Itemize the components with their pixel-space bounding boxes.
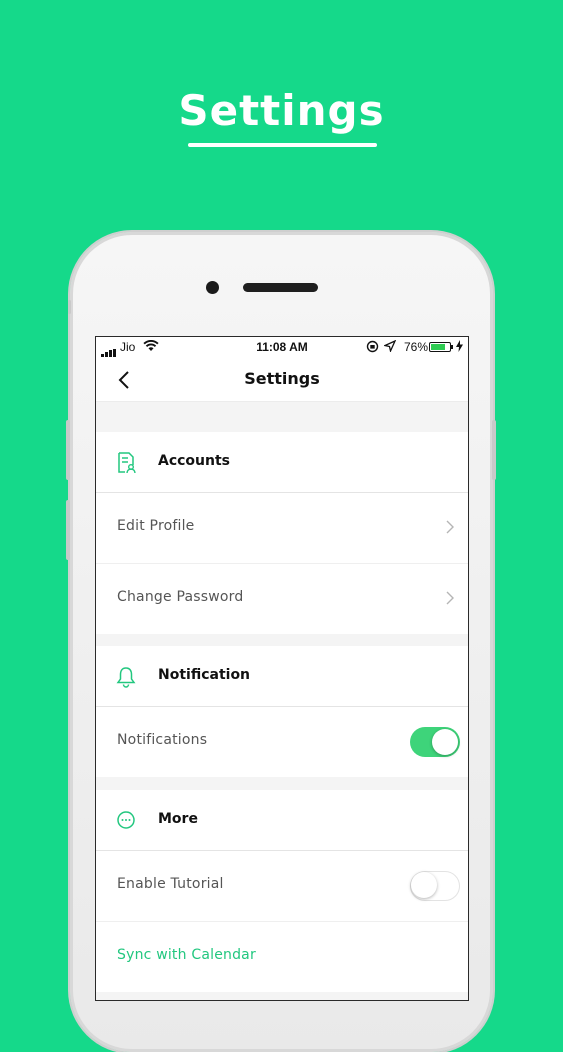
more-header-label: More: [158, 811, 198, 827]
promo-title: Settings: [178, 86, 385, 135]
notifications-toggle[interactable]: [410, 727, 460, 757]
edit-profile-row[interactable]: Edit Profile: [96, 493, 468, 563]
promo-title-underline: [188, 143, 377, 147]
edit-profile-label: Edit Profile: [117, 518, 195, 534]
notification-section: Notification Notifications: [96, 646, 468, 777]
notifications-label: Notifications: [117, 732, 208, 748]
notifications-row: Notifications: [96, 707, 468, 777]
phone-side-button: [68, 300, 71, 314]
navigation-bar: Settings: [96, 357, 468, 402]
accounts-header-label: Accounts: [158, 453, 231, 469]
bell-icon: [116, 666, 136, 688]
phone-power-button: [492, 420, 496, 480]
page-title: Settings: [244, 369, 320, 388]
sync-calendar-row[interactable]: Sync with Calendar: [96, 921, 468, 992]
phone-volume-up-button: [66, 420, 70, 480]
accounts-header: Accounts: [96, 432, 468, 493]
change-password-row[interactable]: Change Password: [96, 563, 468, 634]
orientation-lock-icon: [366, 340, 379, 356]
more-header: More: [96, 790, 468, 851]
phone-volume-down-button: [66, 500, 70, 560]
battery-icon: [429, 342, 453, 352]
location-arrow-icon: [382, 339, 397, 355]
enable-tutorial-row: Enable Tutorial: [96, 851, 468, 921]
toggle-knob: [432, 729, 458, 755]
enable-tutorial-label: Enable Tutorial: [117, 876, 224, 892]
account-document-icon: [116, 452, 136, 474]
phone-speaker: [243, 283, 318, 292]
more-section: More Enable Tutorial Sync with Calendar: [96, 790, 468, 992]
notification-header: Notification: [96, 646, 468, 707]
change-password-label: Change Password: [117, 589, 244, 605]
chevron-right-icon: [446, 520, 454, 539]
enable-tutorial-toggle[interactable]: [410, 871, 460, 901]
more-circle-icon: [116, 810, 136, 830]
chevron-right-icon: [446, 591, 454, 610]
notification-header-label: Notification: [158, 667, 251, 683]
app-screen: Jio 11:08 AM 76% Settings Accounts Edit …: [95, 336, 469, 1001]
battery-percent: 76%: [403, 340, 428, 354]
toggle-knob: [411, 872, 437, 898]
accounts-section: Accounts Edit Profile Change Password: [96, 432, 468, 634]
phone-camera: [206, 281, 219, 294]
status-bar: Jio 11:08 AM 76%: [96, 337, 468, 357]
charging-bolt-icon: [456, 340, 463, 355]
sync-calendar-link[interactable]: Sync with Calendar: [117, 947, 256, 963]
